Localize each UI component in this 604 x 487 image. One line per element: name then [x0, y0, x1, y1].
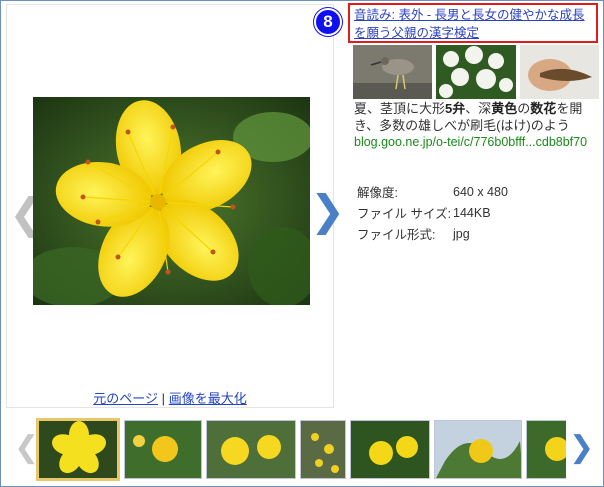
related-thumb-hand-fish[interactable] — [519, 45, 599, 99]
thumbnail-strip: ❮ ❯ — [0, 411, 604, 487]
filmstrip-thumb[interactable] — [350, 420, 430, 479]
chevron-right-icon[interactable]: ❯ — [569, 433, 594, 463]
filmstrip-thumb[interactable] — [124, 420, 202, 479]
related-thumbnails — [353, 45, 599, 99]
main-image[interactable] — [33, 97, 310, 305]
filmstrip-thumb[interactable] — [526, 420, 566, 479]
link-separator: | — [161, 391, 166, 406]
filmstrip — [36, 418, 566, 481]
viewer-links: 元のページ | 画像を最大化 — [7, 388, 333, 407]
meta-row-resolution: 解像度: 640 x 480 — [357, 184, 508, 201]
chevron-right-icon[interactable]: ❯ — [310, 190, 345, 232]
related-thumb-bird[interactable] — [353, 45, 433, 99]
highlighted-title-box: 音読み: 表外 - 長男と長女の健やかな成長を願う父親の漢字検定 — [348, 3, 598, 43]
result-snippet: 夏、茎頂に大形5弁、深黄色の数花を開き、多数の雄しべが刷毛(はけ)のよう — [354, 101, 583, 133]
maximize-image-link[interactable]: 画像を最大化 — [169, 391, 247, 406]
filmstrip-thumb[interactable] — [434, 420, 522, 479]
filmstrip-thumb[interactable] — [206, 420, 296, 479]
original-page-link[interactable]: 元のページ — [93, 391, 158, 406]
image-viewer: ❮ ❯ 元のページ | 画像を最大化 — [6, 4, 345, 408]
filmstrip-thumb[interactable] — [300, 420, 346, 479]
meta-row-filesize: ファイル サイズ: 144KB — [357, 205, 491, 222]
related-thumb-white-flowers[interactable] — [436, 45, 516, 99]
result-title-link[interactable]: 音読み: 表外 - 長男と長女の健やかな成長を願う父親の漢字検定 — [354, 8, 585, 40]
step-number-badge: 8 — [314, 8, 342, 36]
filmstrip-thumb-selected[interactable] — [36, 418, 120, 481]
meta-row-filetype: ファイル形式: jpg — [357, 226, 470, 243]
source-url[interactable]: blog.goo.ne.jp/o-tei/c/776b0bfff...cdb8b… — [354, 134, 594, 150]
image-metadata: 解像度: 640 x 480 ファイル サイズ: 144KB ファイル形式: jpg — [357, 181, 508, 244]
